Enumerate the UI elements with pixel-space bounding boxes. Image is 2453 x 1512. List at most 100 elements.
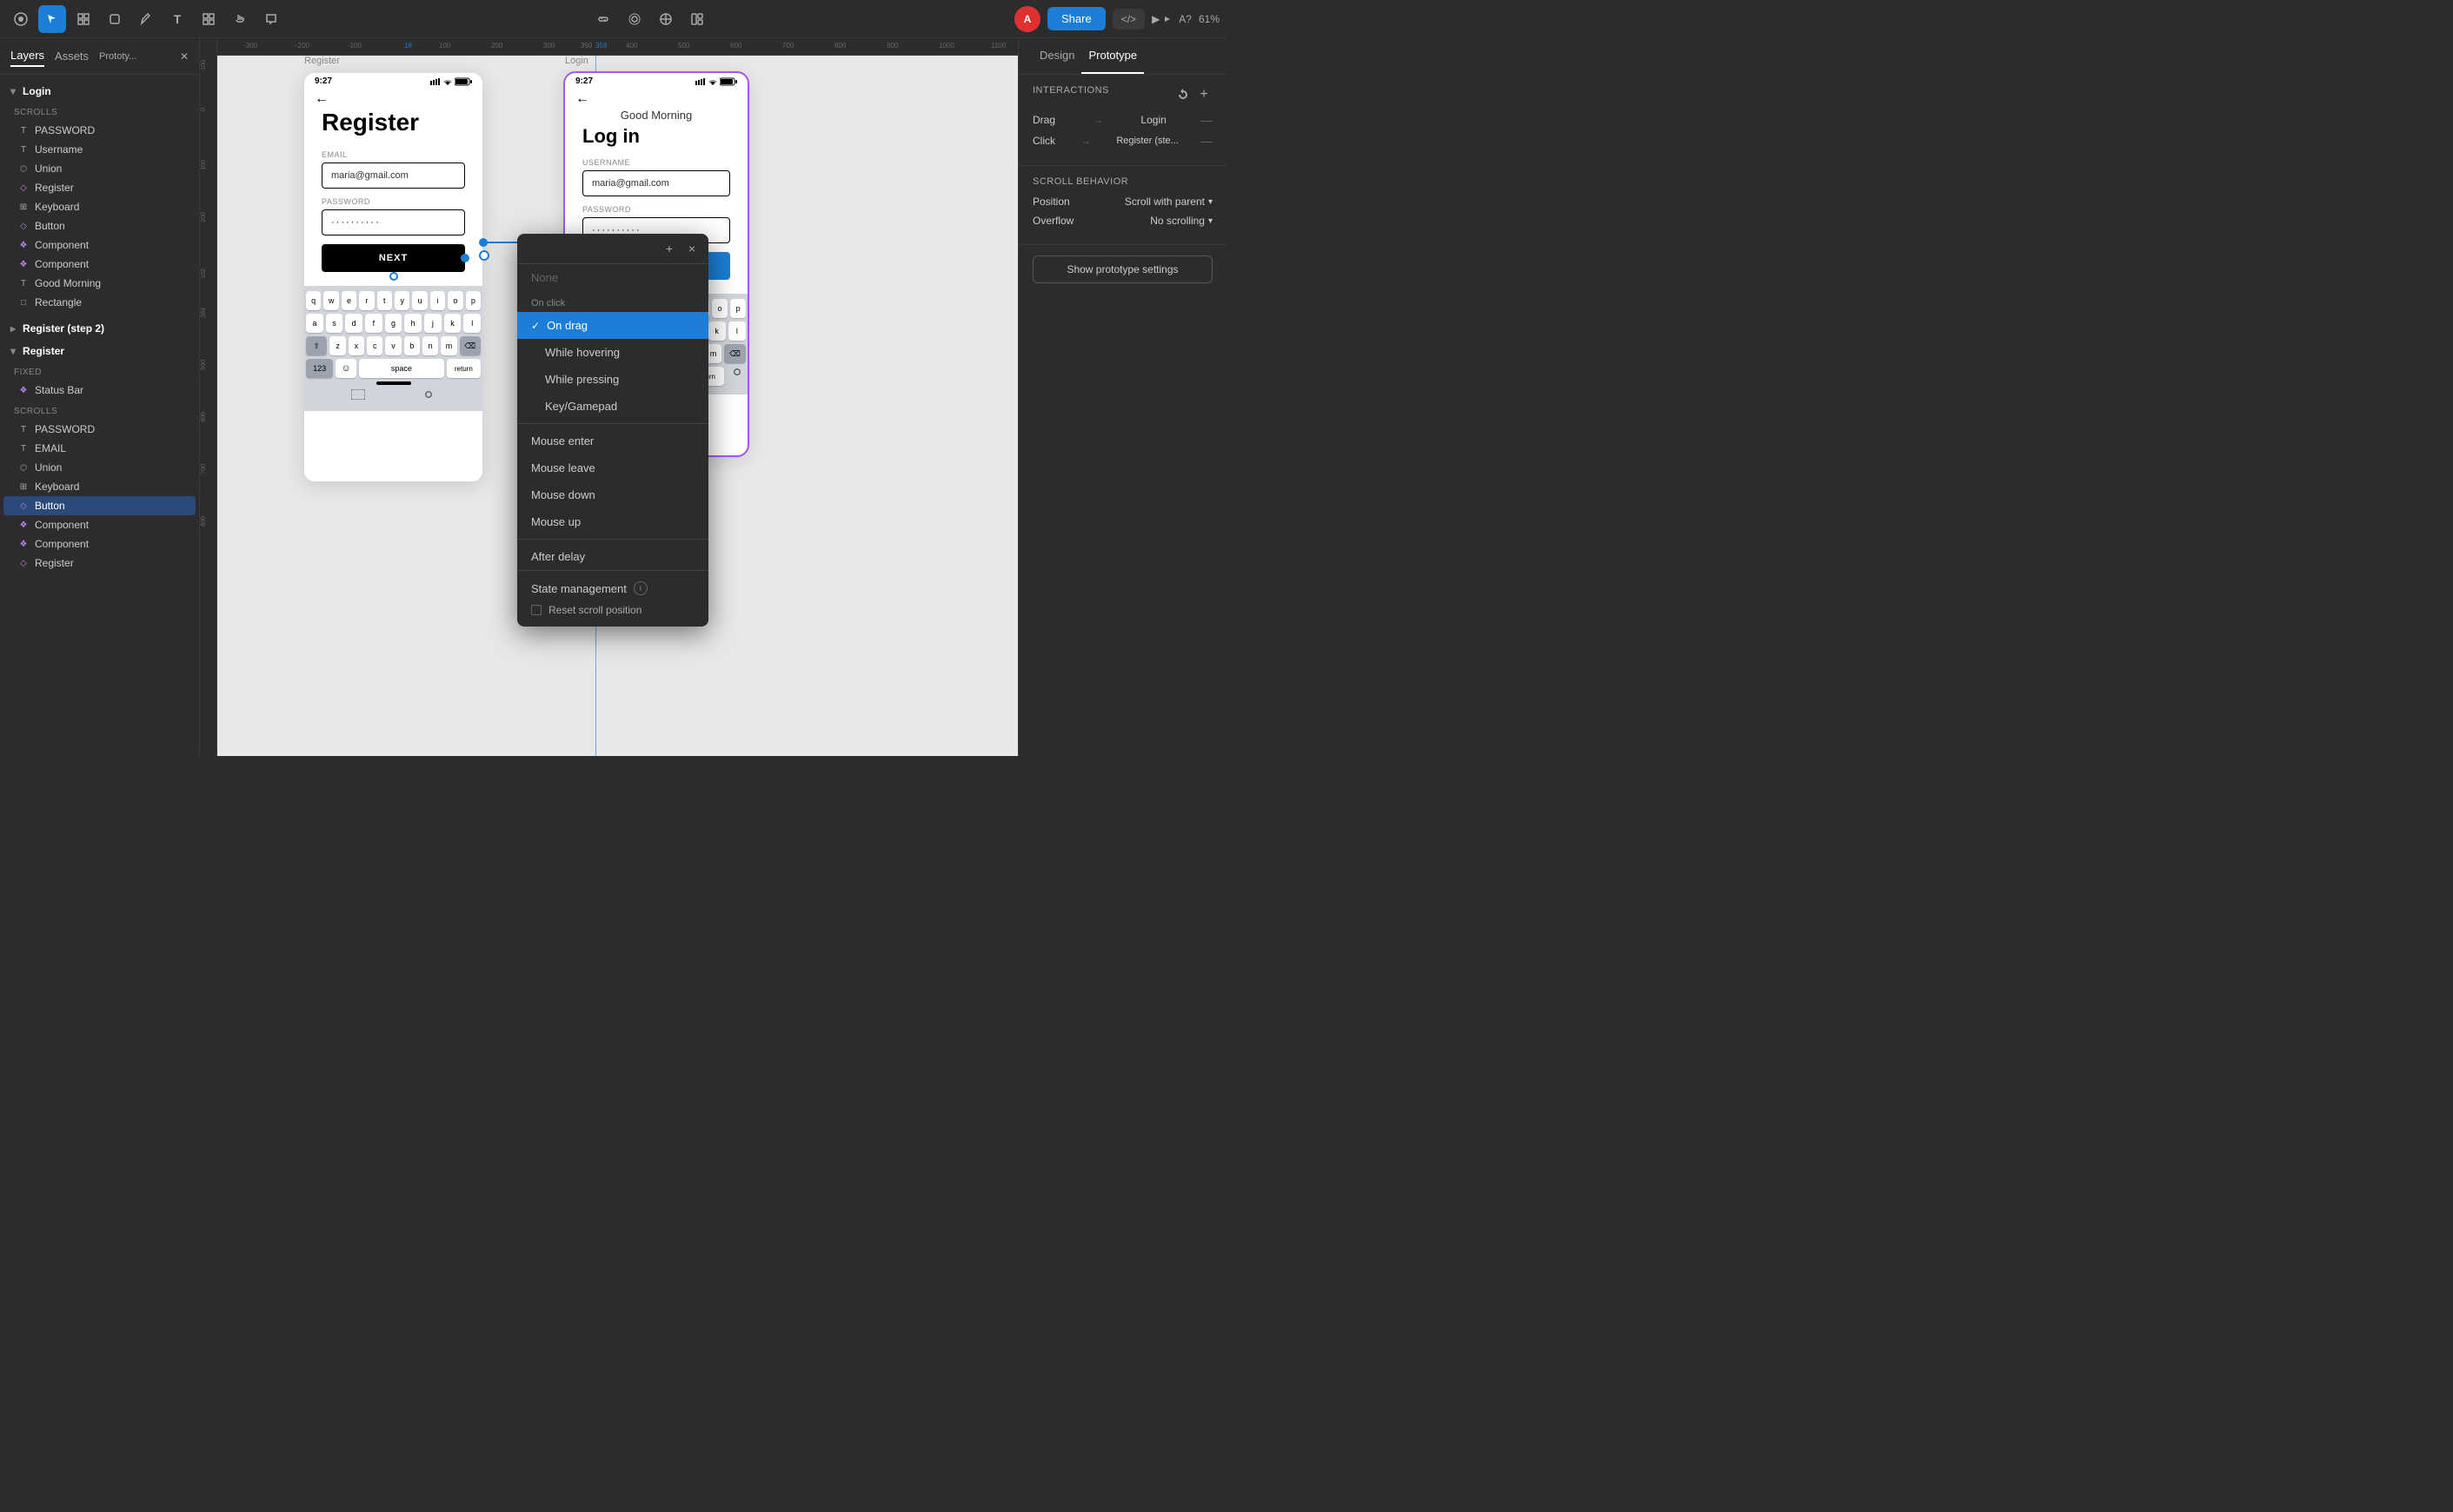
pen-tool[interactable] xyxy=(132,5,160,33)
login-key-k[interactable]: k xyxy=(708,322,726,341)
comment-tool[interactable] xyxy=(257,5,285,33)
plugin-icon[interactable] xyxy=(621,5,648,33)
shape-tool[interactable] xyxy=(101,5,129,33)
layer-union-scroll[interactable]: ⬡ Union xyxy=(3,458,196,477)
key-shift[interactable]: ⇧ xyxy=(306,336,327,355)
login-username-input[interactable]: maria@gmail.com xyxy=(582,170,730,196)
layer-register-scroll[interactable]: ◇ Register xyxy=(3,554,196,573)
key-v[interactable]: v xyxy=(385,336,401,355)
layer-button-active[interactable]: ◇ Button xyxy=(3,496,196,515)
dropdown-item-while-hovering[interactable]: While hovering xyxy=(517,339,708,366)
zoom-level[interactable]: 61% xyxy=(1199,13,1220,25)
login-key-o[interactable]: o xyxy=(712,299,728,318)
layer-good-morning[interactable]: T Good Morning xyxy=(3,274,196,293)
key-f[interactable]: f xyxy=(365,314,382,333)
key-w[interactable]: w xyxy=(323,291,338,310)
hand-tool[interactable] xyxy=(226,5,254,33)
info-icon[interactable]: i xyxy=(634,581,648,595)
sidebar-more[interactable]: ✕ xyxy=(180,50,189,63)
key-q[interactable]: q xyxy=(306,291,321,310)
key-g[interactable]: g xyxy=(385,314,402,333)
key-s[interactable]: s xyxy=(326,314,343,333)
position-value-dropdown[interactable]: Scroll with parent ▾ xyxy=(1125,196,1213,208)
interaction-click-delete[interactable]: — xyxy=(1200,134,1213,148)
layer-status-bar[interactable]: ❖ Status Bar xyxy=(3,381,196,400)
login-key-delete[interactable]: ⌫ xyxy=(724,344,746,363)
key-emoji[interactable]: ☺ xyxy=(336,359,356,378)
dropdown-item-on-drag[interactable]: ✓ On drag xyxy=(517,312,708,339)
login-key-l[interactable]: l xyxy=(728,322,746,341)
key-u[interactable]: u xyxy=(412,291,427,310)
layer-component1[interactable]: ❖ Component xyxy=(3,235,196,255)
layout-icon[interactable] xyxy=(683,5,711,33)
section-login[interactable]: ▾ Login xyxy=(3,82,196,101)
key-j[interactable]: j xyxy=(424,314,442,333)
play-button[interactable]: ▶ xyxy=(1152,13,1172,25)
section-register-step2[interactable]: ▸ Register (step 2) xyxy=(3,319,196,338)
user-avatar[interactable]: A xyxy=(1014,6,1040,32)
key-m[interactable]: m xyxy=(441,336,456,355)
layer-keyboard-scroll[interactable]: ⊞ Keyboard xyxy=(3,477,196,496)
key-c[interactable]: c xyxy=(367,336,382,355)
text-tool[interactable]: T xyxy=(163,5,191,33)
dropdown-item-mouse-up[interactable]: Mouse up xyxy=(517,508,708,535)
key-123[interactable]: 123 xyxy=(306,359,333,378)
dropdown-item-after-delay[interactable]: After delay xyxy=(517,543,708,570)
key-o[interactable]: o xyxy=(448,291,462,310)
layer-component3[interactable]: ❖ Component xyxy=(3,515,196,534)
key-l[interactable]: l xyxy=(463,314,481,333)
reset-interaction-button[interactable] xyxy=(1174,86,1192,103)
dropdown-item-key-gamepad[interactable]: Key/Gamepad xyxy=(517,393,708,420)
add-interaction-button[interactable]: + xyxy=(1195,86,1213,103)
dropdown-item-while-pressing[interactable]: While pressing xyxy=(517,366,708,393)
dropdown-close-button[interactable]: × xyxy=(682,239,701,258)
tab-prototype[interactable]: Prototy... xyxy=(99,48,136,65)
layer-password-scroll[interactable]: T PASSWORD xyxy=(3,420,196,439)
key-d[interactable]: d xyxy=(345,314,362,333)
layer-component2[interactable]: ❖ Component xyxy=(3,255,196,274)
key-r[interactable]: r xyxy=(359,291,374,310)
layer-email[interactable]: T EMAIL xyxy=(3,439,196,458)
overflow-value-dropdown[interactable]: No scrolling ▾ xyxy=(1150,215,1213,227)
dropdown-item-mouse-down[interactable]: Mouse down xyxy=(517,481,708,508)
key-return[interactable]: return xyxy=(447,359,481,378)
show-prototype-settings-button[interactable]: Show prototype settings xyxy=(1033,255,1213,283)
login-key-p[interactable]: p xyxy=(730,299,746,318)
tab-prototype[interactable]: Prototype xyxy=(1081,38,1144,74)
reset-scroll-row[interactable]: Reset scroll position xyxy=(531,604,695,616)
dropdown-item-mouse-enter[interactable]: Mouse enter xyxy=(517,428,708,454)
dropdown-add-button[interactable]: + xyxy=(660,239,679,258)
interaction-drag-delete[interactable]: — xyxy=(1200,113,1213,127)
key-t[interactable]: t xyxy=(377,291,392,310)
layer-keyboard-top[interactable]: ⊞ Keyboard xyxy=(3,197,196,216)
dropdown-item-mouse-leave[interactable]: Mouse leave xyxy=(517,454,708,481)
key-i[interactable]: i xyxy=(430,291,445,310)
dropdown-item-none[interactable]: None xyxy=(517,264,708,291)
layer-password-top[interactable]: T PASSWORD xyxy=(3,121,196,140)
accessibility-label[interactable]: A? xyxy=(1179,13,1192,25)
canvas[interactable]: -300 -200 -100 16 100 200 300 350 359 40… xyxy=(200,38,1018,756)
layer-rectangle[interactable]: □ Rectangle xyxy=(3,293,196,312)
layer-register-top[interactable]: ◇ Register xyxy=(3,178,196,197)
tab-assets[interactable]: Assets xyxy=(55,46,89,66)
key-a[interactable]: a xyxy=(306,314,323,333)
key-p[interactable]: p xyxy=(466,291,481,310)
key-n[interactable]: n xyxy=(422,336,438,355)
canvas-content[interactable]: Register 9:27 ← xyxy=(217,56,1018,756)
key-z[interactable]: z xyxy=(329,336,345,355)
register-password-input[interactable]: ·········· xyxy=(322,209,465,235)
component-tool[interactable] xyxy=(195,5,223,33)
tab-design[interactable]: Design xyxy=(1033,38,1081,74)
layer-union-top[interactable]: ⬡ Union xyxy=(3,159,196,178)
section-register-main[interactable]: ▾ Register xyxy=(3,342,196,361)
key-e[interactable]: e xyxy=(342,291,356,310)
layer-component4[interactable]: ❖ Component xyxy=(3,534,196,554)
dropdown-menu[interactable]: + × None On click ✓ On drag xyxy=(517,234,708,627)
key-y[interactable]: y xyxy=(395,291,409,310)
register-next-button[interactable]: NEXT xyxy=(322,244,465,272)
tab-layers[interactable]: Layers xyxy=(10,45,44,67)
layer-button-top[interactable]: ◇ Button xyxy=(3,216,196,235)
frame-tool[interactable] xyxy=(70,5,97,33)
reset-scroll-checkbox[interactable] xyxy=(531,605,542,615)
link-icon[interactable] xyxy=(589,5,617,33)
